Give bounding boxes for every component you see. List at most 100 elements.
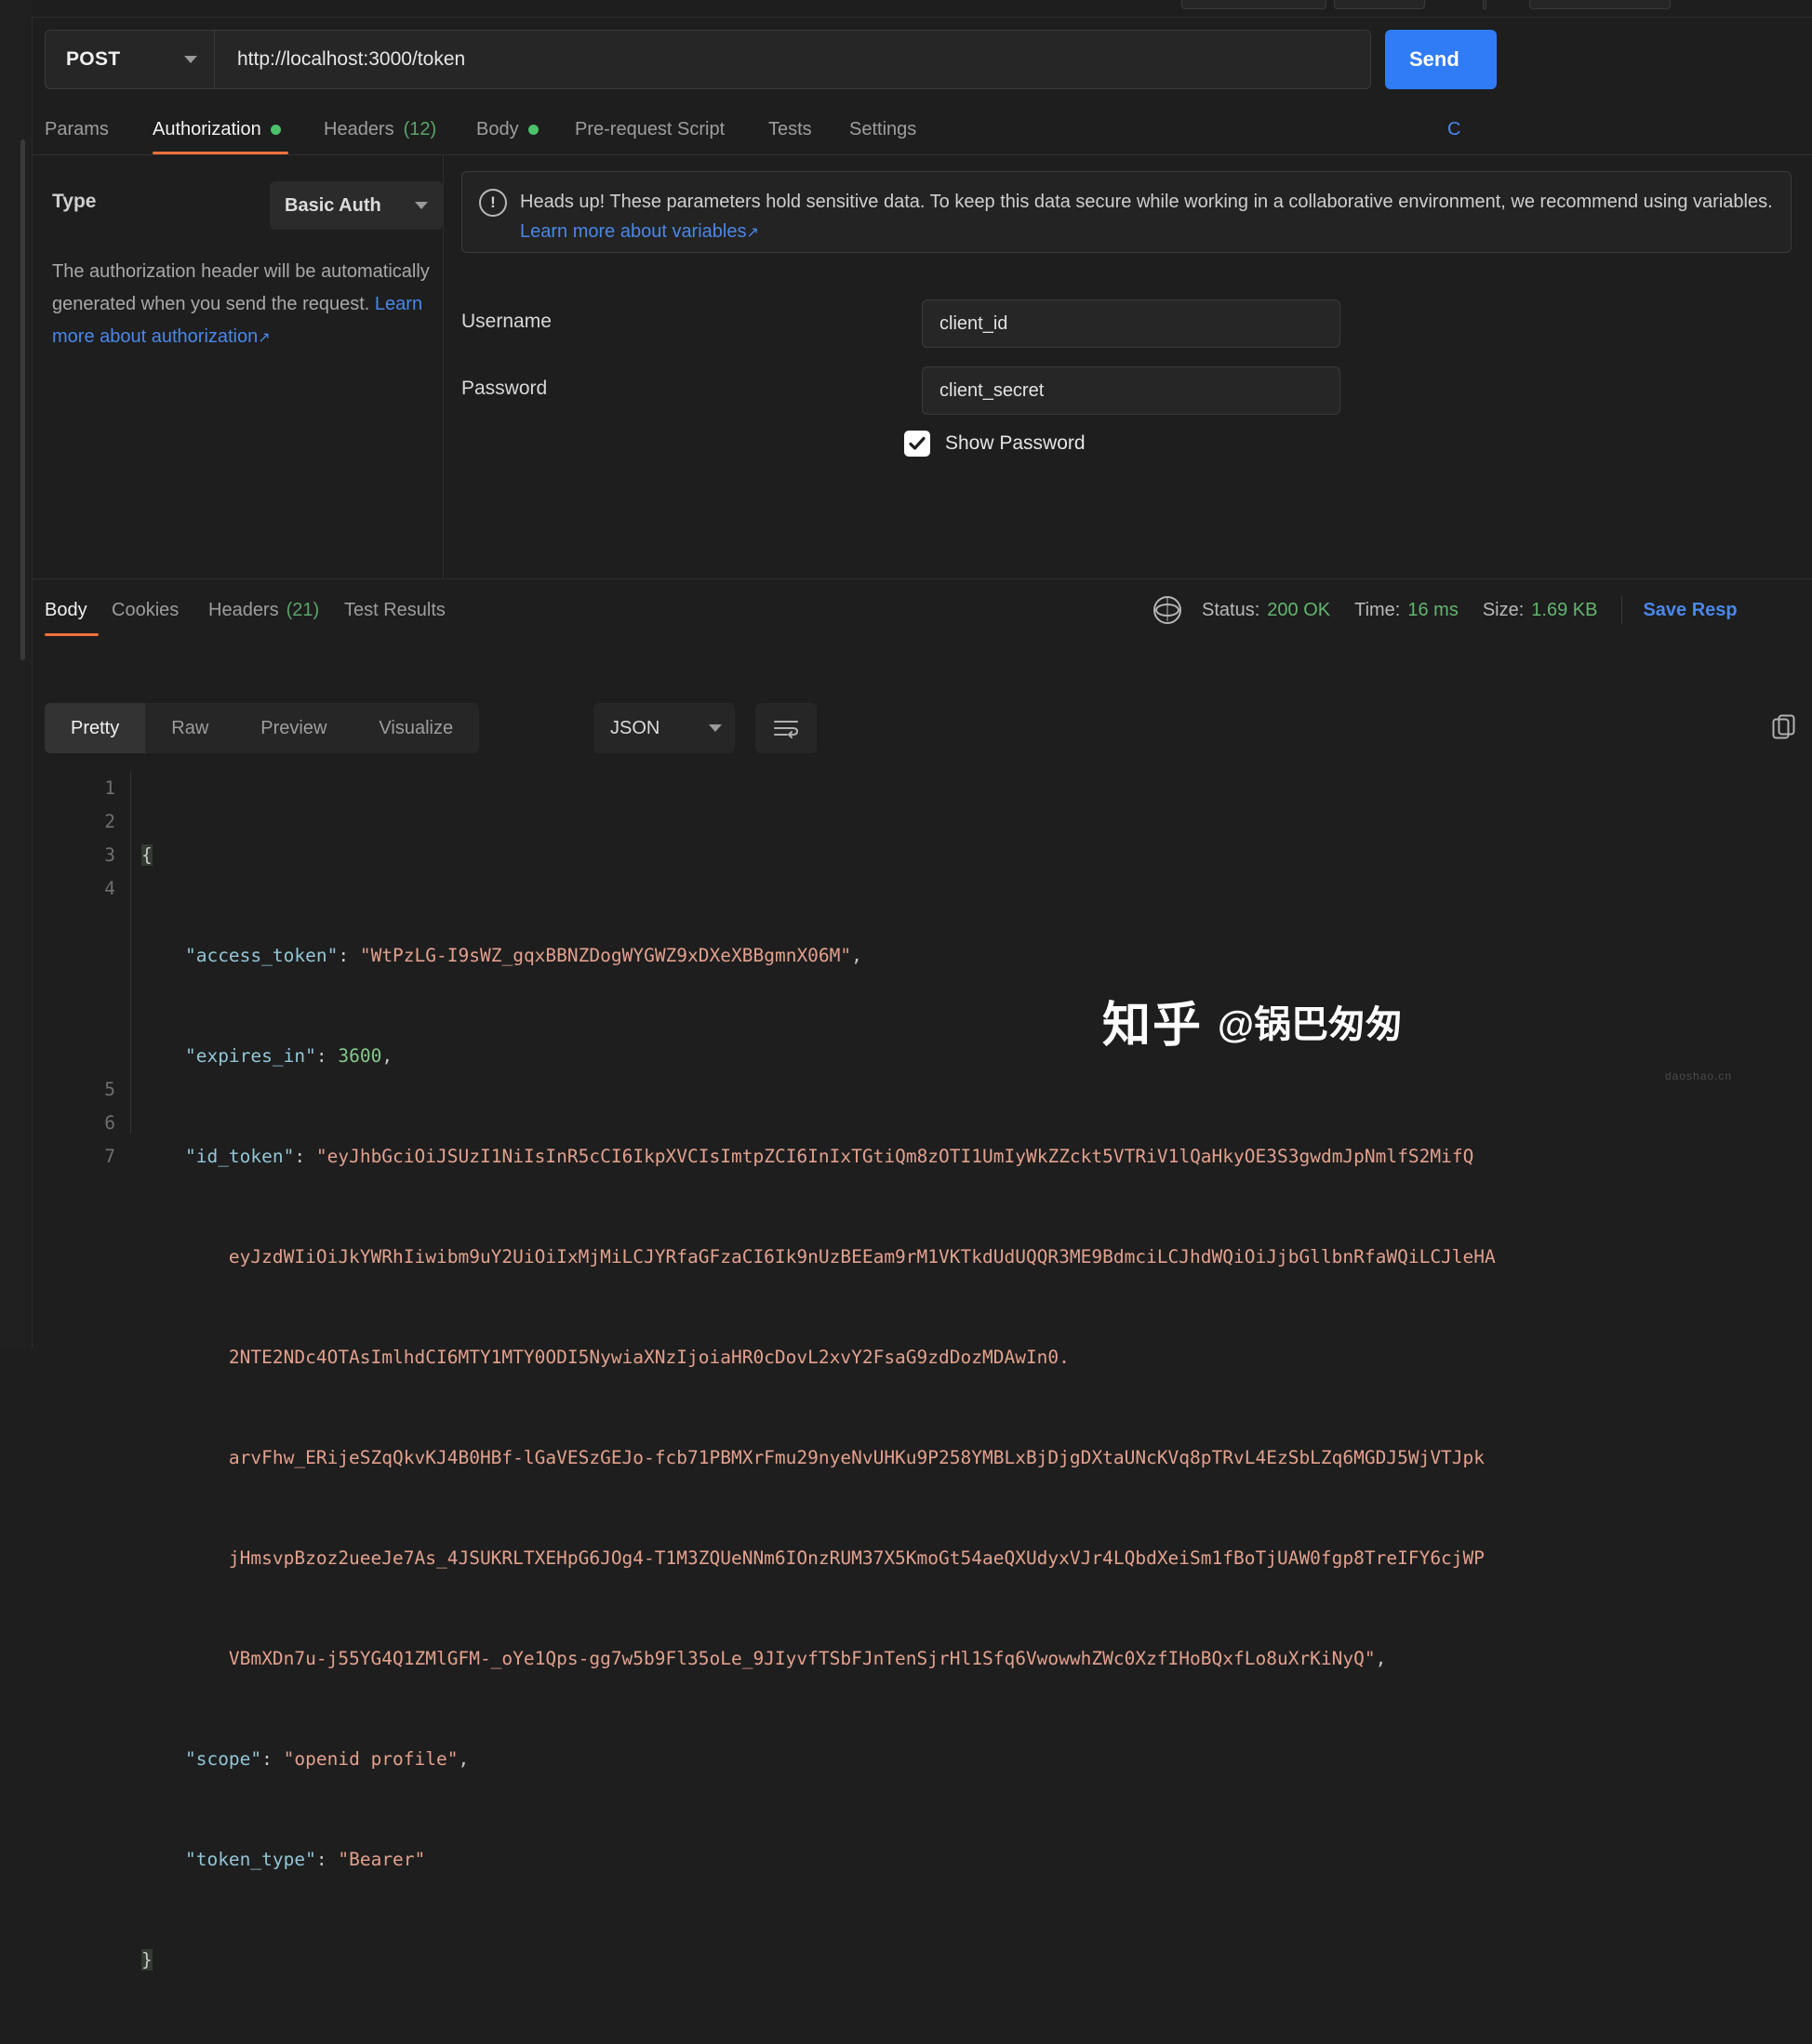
password-value: client_secret (939, 379, 1045, 401)
size-label: Size: (1482, 599, 1525, 620)
username-row: Username client_id (461, 299, 1392, 348)
modified-dot-icon (270, 124, 281, 135)
request-tabs: Params Authorization Headers (12) Body P… (45, 104, 1812, 154)
username-input[interactable]: client_id (922, 299, 1340, 348)
response-status-bar: Status: 200 OK Time: 16 ms Size: 1.69 KB… (1153, 584, 1738, 636)
tab-label: Headers (208, 599, 279, 620)
response-tab-headers[interactable]: Headers (21) (208, 584, 319, 636)
response-tab-test-results[interactable]: Test Results (344, 584, 446, 636)
tab-label: Cookies (112, 599, 180, 620)
banner-message: Heads up! These parameters hold sensitiv… (520, 192, 1773, 212)
banner-text: Heads up! These parameters hold sensitiv… (520, 187, 1774, 242)
learn-more-variables-link[interactable]: Learn more about variables (520, 221, 746, 242)
external-link-icon: ↗ (746, 225, 759, 241)
auth-type-label: Type (52, 191, 97, 212)
tab-count: (21) (286, 599, 320, 620)
top-toolbar-strip (32, 0, 1812, 18)
code-line: VBmXDn7u-j55YG4Q1ZMlGFM-_oYe1Qps-gg7w5b9… (228, 1648, 1387, 1669)
response-tab-body[interactable]: Body (45, 584, 87, 636)
id-token-line-5: jHmsvpBzoz2ueeJe7As_4JSUKRLTXEHpG6JOg4-T… (228, 1547, 1486, 1569)
globe-icon (1153, 596, 1181, 624)
code-line: "token_type": "Bearer" (184, 1849, 426, 1870)
chevron-down-icon (415, 202, 428, 209)
username-value: client_id (939, 312, 1008, 334)
http-method-select[interactable]: POST (45, 30, 214, 89)
access-token-value: WtPzLG-I9sWZ_gqxBBNZDogWYGWZ9xDXeXBBgmnX… (370, 945, 841, 966)
tab-pre-request-script[interactable]: Pre-request Script (575, 104, 725, 154)
response-view-mode-group: Pretty Raw Preview Visualize (45, 703, 480, 753)
show-password-row[interactable]: Show Password (904, 431, 1086, 457)
password-input[interactable]: client_secret (922, 366, 1340, 415)
tab-tests[interactable]: Tests (768, 104, 812, 154)
password-row: Password client_secret (461, 366, 1392, 415)
password-label: Password (461, 378, 548, 399)
auth-type-value: Basic Auth (285, 194, 381, 216)
auth-type-select[interactable]: Basic Auth (270, 181, 443, 230)
response-format-value: JSON (610, 717, 660, 738)
save-response-button[interactable]: Save Resp (1643, 600, 1737, 621)
toolbar-chip (1334, 0, 1425, 9)
id-token-line-1: eyJhbGciOiJSUzI1NiIsInR5cCI6IkpXVCIsImtp… (326, 1146, 1474, 1167)
id-token-line-3: 2NTE2NDc4OTAsImlhdCI6MTY1MTY0ODI5NywiaXN… (228, 1347, 1070, 1368)
time-label: Time: (1354, 599, 1401, 620)
code-line: jHmsvpBzoz2ueeJe7As_4JSUKRLTXEHpG6JOg4-T… (141, 1542, 1812, 1575)
view-mode-preview[interactable]: Preview (234, 703, 353, 753)
line-number: 6 (104, 1112, 115, 1134)
auth-right-panel: ! Heads up! These parameters hold sensit… (444, 155, 1812, 578)
http-method-label: POST (66, 48, 121, 70)
tab-authorization[interactable]: Authorization (153, 104, 281, 154)
view-mode-pretty[interactable]: Pretty (45, 703, 146, 753)
show-password-checkbox[interactable] (904, 431, 930, 457)
status-label: Status: (1202, 599, 1260, 620)
id-token-line-4: arvFhw_ERijeSZqQkvKJ4B0HBf-lGaVESzGEJo-f… (228, 1447, 1486, 1468)
postman-window: POST http://localhost:3000/token Send Pa… (0, 0, 1812, 1971)
code-line: "scope": "openid profile", (184, 1748, 470, 1770)
id-token-line-6: VBmXDn7u-j55YG4Q1ZMlGFM-_oYe1Qps-gg7w5b9… (228, 1648, 1365, 1669)
tab-label: Authorization (153, 118, 261, 139)
wrap-lines-icon (774, 721, 798, 738)
toolbar-divider (1483, 0, 1486, 9)
code-line: 2NTE2NDc4OTAsImlhdCI6MTY1MTY0ODI5NywiaXN… (141, 1341, 1812, 1374)
line-number: 1 (104, 777, 115, 799)
tab-label: Body (45, 599, 87, 620)
copy-response-button[interactable] (1765, 707, 1803, 748)
view-mode-visualize[interactable]: Visualize (353, 703, 479, 753)
code-line: "access_token": "WtPzLG-I9sWZ_gqxBBNZDog… (184, 945, 862, 966)
url-input[interactable]: http://localhost:3000/token (214, 30, 1371, 89)
send-button[interactable]: Send (1385, 30, 1497, 89)
view-mode-raw[interactable]: Raw (145, 703, 234, 753)
code-line: { (141, 844, 153, 866)
watermark-handle: @锅巴匆匆 (1218, 1003, 1404, 1045)
line-number: 4 (104, 878, 115, 899)
tab-label: Settings (849, 118, 917, 139)
response-tab-cookies[interactable]: Cookies (112, 584, 179, 636)
response-body-code[interactable]: 1 2 3 4 5 6 7 { "access_token": "WtPzLG-… (45, 772, 1812, 1971)
copy-icon (1772, 714, 1795, 739)
time-value: 16 ms (1407, 599, 1459, 620)
external-link-icon: ↗ (258, 330, 271, 346)
line-number: 5 (104, 1079, 115, 1100)
token-type-value: Bearer (349, 1849, 415, 1870)
size-value: 1.69 KB (1531, 599, 1598, 620)
vertical-scrollbar[interactable] (20, 139, 25, 660)
url-value: http://localhost:3000/token (237, 48, 466, 70)
tab-body[interactable]: Body (476, 104, 539, 154)
cookies-link[interactable]: C (1447, 104, 1460, 154)
auth-left-panel: Type Basic Auth The authorization header… (32, 155, 444, 578)
expires-in-value: 3600 (338, 1045, 382, 1067)
username-label: Username (461, 311, 552, 332)
code-line: eyJzdWIiOiJkYWRhIiwibm9uY2UiOiIxMjMiLCJY… (141, 1241, 1812, 1274)
active-response-tab-indicator (45, 633, 99, 636)
wrap-lines-button[interactable] (755, 703, 817, 753)
line-number: 3 (104, 844, 115, 866)
tab-params[interactable]: Params (45, 104, 109, 154)
tab-settings[interactable]: Settings (849, 104, 916, 154)
response-format-select[interactable]: JSON (593, 703, 735, 753)
code-line: arvFhw_ERijeSZqQkvKJ4B0HBf-lGaVESzGEJo-f… (141, 1441, 1812, 1475)
json-content: { "access_token": "WtPzLG-I9sWZ_gqxBBNZD… (141, 772, 1812, 2044)
sensitive-data-banner: ! Heads up! These parameters hold sensit… (461, 171, 1792, 253)
tab-headers[interactable]: Headers (12) (324, 104, 436, 154)
scope-value: openid profile (294, 1748, 447, 1770)
auth-type-row: Type Basic Auth (52, 181, 443, 230)
auth-description: The authorization header will be automat… (52, 256, 433, 354)
